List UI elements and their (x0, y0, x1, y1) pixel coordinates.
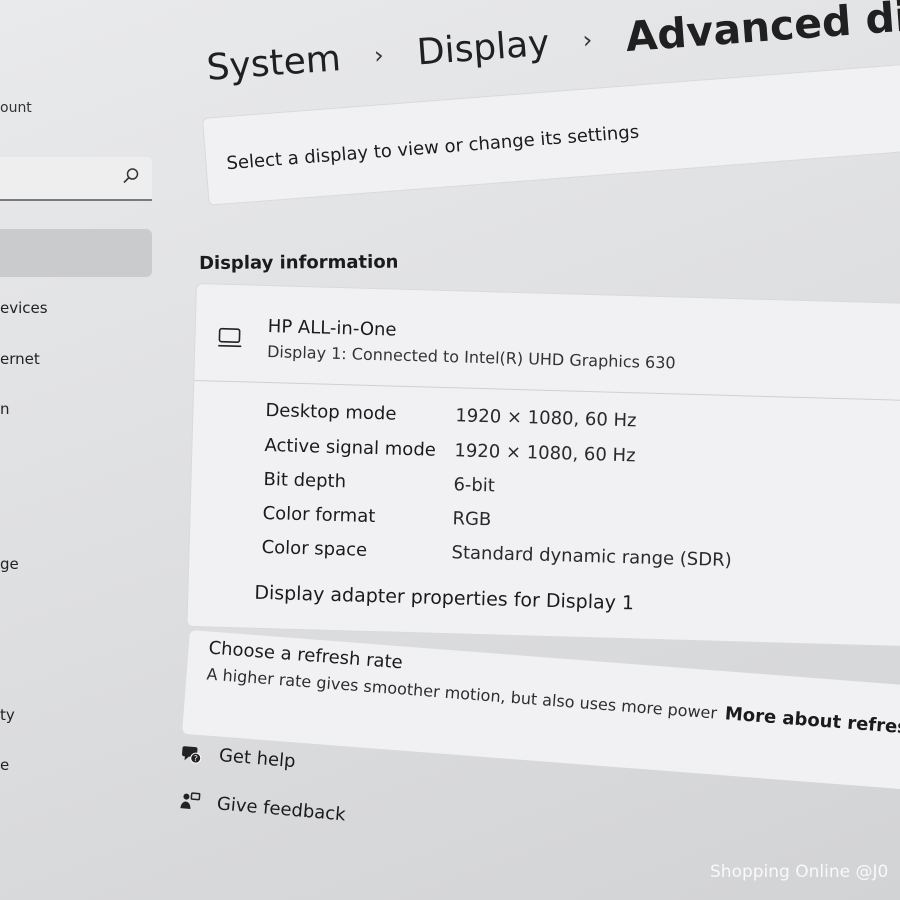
help-icon: ? (182, 746, 202, 764)
more-about-refresh-link[interactable]: More about refresh r (724, 703, 900, 740)
info-label: Bit depth (263, 468, 347, 493)
info-row-color-space: Color space Standard dynamic range (SDR) (261, 537, 732, 571)
info-value: 6-bit (453, 474, 496, 497)
display-adapter-properties-link[interactable]: Display adapter properties for Display 1 (254, 582, 634, 615)
select-display-card[interactable]: Select a display to view or change its s… (202, 59, 900, 206)
refresh-rate-description-text: A higher rate gives smoother motion, but… (205, 664, 718, 723)
info-row-color-format: Color format RGB (262, 503, 491, 530)
info-label: Desktop mode (265, 399, 397, 425)
svg-text:?: ? (193, 754, 198, 763)
info-label: Color space (261, 536, 368, 561)
main-content: Select a display to view or change its s… (0, 0, 900, 900)
get-help-label: Get help (218, 745, 297, 773)
info-value: 1920 × 1080, 60 Hz (454, 440, 636, 467)
give-feedback-label: Give feedback (216, 793, 347, 826)
info-row-bit-depth: Bit depth 6-bit (263, 469, 495, 496)
section-title: Display information (199, 251, 399, 274)
info-row-desktop-mode: Desktop mode 1920 × 1080, 60 Hz (265, 400, 637, 431)
info-label: Color format (262, 502, 376, 528)
settings-window: ount evices ernet n ge ty e System › Dis… (0, 0, 900, 900)
monitor-icon (218, 327, 242, 348)
divider (194, 379, 900, 403)
display-name: HP ALL-in-One (267, 316, 397, 341)
select-display-text: Select a display to view or change its s… (225, 121, 640, 175)
info-label: Active signal mode (264, 434, 437, 461)
info-value: 1920 × 1080, 60 Hz (455, 405, 637, 432)
info-row-active-signal-mode: Active signal mode 1920 × 1080, 60 Hz (264, 435, 636, 466)
info-value: RGB (452, 508, 492, 531)
get-help-link[interactable]: ? Get help (180, 742, 296, 773)
watermark: Shopping Online @J0 (710, 862, 889, 882)
refresh-rate-description: A higher rate gives smoother motion, but… (206, 663, 900, 740)
give-feedback-link[interactable]: Give feedback (178, 790, 346, 826)
display-connection: Display 1: Connected to Intel(R) UHD Gra… (266, 342, 676, 373)
display-information-card: HP ALL-in-One Display 1: Connected to In… (186, 283, 900, 649)
info-value: Standard dynamic range (SDR) (451, 542, 732, 572)
feedback-icon (180, 792, 201, 809)
